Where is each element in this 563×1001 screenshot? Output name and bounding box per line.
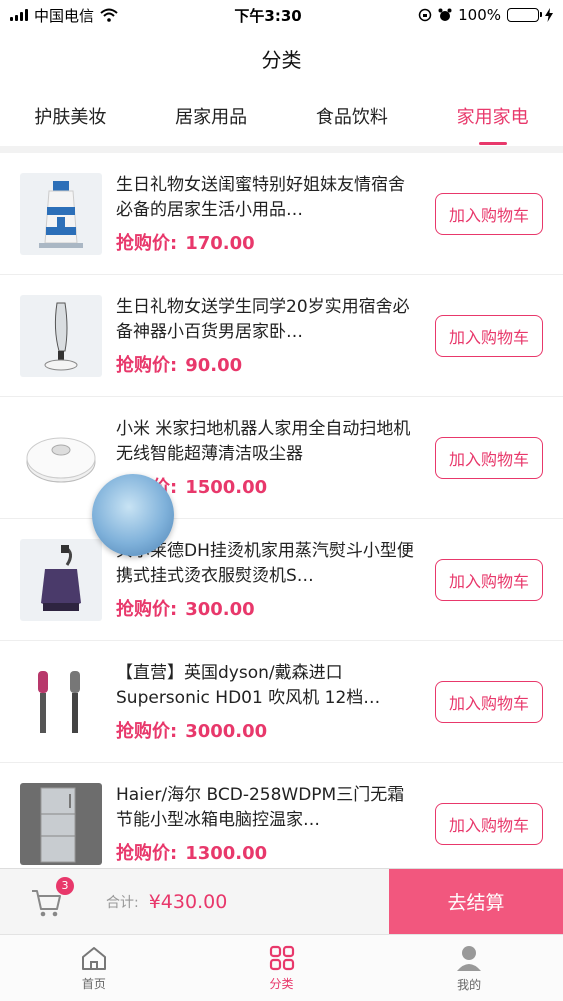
product-info: 生日礼物女送学生同学20岁实用宿舍必备神器小百货男居家卧… 抢购价: 90.00 <box>102 295 435 377</box>
garment-steamer-icon[interactable] <box>20 538 102 621</box>
product-price: 抢购价: 3000.00 <box>116 717 421 743</box>
hair-dryer-icon[interactable] <box>20 660 102 743</box>
product-info: 【直营】英国dyson/戴森进口Supersonic HD01 吹风机 12档…… <box>102 661 435 743</box>
product-info: 生日礼物女送闺蜜特别好姐妹友情宿舍必备的居家生活小用品… 抢购价: 170.00 <box>102 173 435 255</box>
price-label: 抢购价: <box>116 354 178 376</box>
tab-home-goods[interactable]: 居家用品 <box>175 97 247 135</box>
product-price: 抢购价: 1300.00 <box>116 839 421 865</box>
price-label: 抢购价: <box>116 598 178 620</box>
list-item[interactable]: 贝尔莱德DH挂烫机家用蒸汽熨斗小型便携式挂式烫衣服熨烫机S… 抢购价: 300.0… <box>0 519 563 641</box>
price-label: 抢购价: <box>116 232 178 254</box>
cart-summary: 3 合计: ¥430.00 <box>0 869 389 934</box>
product-title[interactable]: 贝尔莱德DH挂烫机家用蒸汽熨斗小型便携式挂式烫衣服熨烫机S… <box>116 539 421 589</box>
add-to-cart-button[interactable]: 加入购物车 <box>435 436 543 479</box>
battery-percent: 100% <box>458 6 501 24</box>
shopping-cart-icon[interactable]: 3 <box>30 876 74 919</box>
product-list[interactable]: 生日礼物女送闺蜜特别好姐妹友情宿舍必备的居家生活小用品… 抢购价: 170.00 … <box>0 153 563 868</box>
price-value: 1300.00 <box>185 842 268 864</box>
signal-icon <box>10 9 28 21</box>
status-bar-right: 100% <box>418 6 553 24</box>
total-label: 合计: <box>106 894 139 911</box>
product-price: 抢购价: 170.00 <box>116 229 421 255</box>
page-title: 分类 <box>261 47 302 72</box>
category-icon <box>269 945 294 970</box>
tabbar-label: 首页 <box>81 976 106 991</box>
tabbar-home[interactable]: 首页 <box>0 935 188 1001</box>
carrier-label: 中国电信 <box>34 6 95 25</box>
product-price: 抢购价: 90.00 <box>116 351 421 377</box>
add-to-cart-button[interactable]: 加入购物车 <box>435 314 543 357</box>
tab-home-appliances[interactable]: 家用家电 <box>457 97 529 145</box>
product-title[interactable]: 小米 米家扫地机器人家用全自动扫地机无线智能超薄清洁吸尘器 <box>116 417 421 467</box>
product-title[interactable]: 生日礼物女送闺蜜特别好姐妹友情宿舍必备的居家生活小用品… <box>116 173 421 223</box>
alarm-icon <box>438 8 452 21</box>
price-label: 抢购价: <box>116 720 178 742</box>
price-value: 170.00 <box>185 232 255 254</box>
list-item[interactable]: 【直营】英国dyson/戴森进口Supersonic HD01 吹风机 12档…… <box>0 641 563 763</box>
product-title[interactable]: Haier/海尔 BCD-258WDPM三门无霜节能小型冰箱电脑控温家… <box>116 783 421 833</box>
wifi-icon <box>100 8 118 22</box>
tabbar-category[interactable]: 分类 <box>188 935 376 1001</box>
price-value: 90.00 <box>185 354 243 376</box>
charging-icon <box>545 8 553 22</box>
status-bar: 中国电信 下午3:30 100% <box>0 0 563 30</box>
user-icon <box>457 945 482 971</box>
home-icon <box>81 946 106 970</box>
cart-total: 合计: ¥430.00 <box>106 891 227 913</box>
price-value: 3000.00 <box>185 720 268 742</box>
list-item[interactable]: 生日礼物女送学生同学20岁实用宿舍必备神器小百货男居家卧… 抢购价: 90.00 … <box>0 275 563 397</box>
tab-food-drinks[interactable]: 食品饮料 <box>316 97 388 135</box>
product-title[interactable]: 生日礼物女送学生同学20岁实用宿舍必备神器小百货男居家卧… <box>116 295 421 345</box>
status-bar-left: 中国电信 <box>10 5 118 26</box>
bottom-tab-bar: 首页 分类 我的 <box>0 934 563 1001</box>
list-item[interactable]: 小米 米家扫地机器人家用全自动扫地机无线智能超薄清洁吸尘器 抢购价:1500.0… <box>0 397 563 519</box>
battery-icon <box>507 8 542 22</box>
tabbar-mine[interactable]: 我的 <box>375 935 563 1001</box>
add-to-cart-button[interactable]: 加入购物车 <box>435 192 543 235</box>
list-item[interactable]: 生日礼物女送闺蜜特别好姐妹友情宿舍必备的居家生活小用品… 抢购价: 170.00 … <box>0 153 563 275</box>
orientation-lock-icon <box>418 8 432 22</box>
cart-count-badge: 3 <box>56 876 74 895</box>
tabbar-label: 我的 <box>457 977 482 992</box>
floating-product-bubble[interactable] <box>92 474 174 556</box>
price-label: 抢购价: <box>116 842 178 864</box>
robot-vacuum-icon[interactable] <box>20 416 102 499</box>
tower-fan-icon[interactable] <box>20 294 102 377</box>
add-to-cart-button[interactable]: 加入购物车 <box>435 558 543 601</box>
product-title[interactable]: 【直营】英国dyson/戴森进口Supersonic HD01 吹风机 12档… <box>116 661 421 711</box>
checkout-button[interactable]: 去结算 <box>389 869 563 934</box>
add-to-cart-button[interactable]: 加入购物车 <box>435 680 543 723</box>
category-tabs: 护肤美妆 居家用品 食品饮料 家用家电 <box>0 86 563 153</box>
refrigerator-icon[interactable] <box>20 782 102 865</box>
lighthouse-humidifier-icon[interactable] <box>20 172 102 255</box>
price-value: 300.00 <box>185 598 255 620</box>
cart-bar: 3 合计: ¥430.00 去结算 <box>0 868 563 934</box>
product-price: 抢购价: 300.00 <box>116 595 421 621</box>
tabbar-label: 分类 <box>269 976 294 991</box>
navigation-bar: 分类 <box>0 30 563 86</box>
tab-skincare-makeup[interactable]: 护肤美妆 <box>34 97 106 135</box>
product-info: Haier/海尔 BCD-258WDPM三门无霜节能小型冰箱电脑控温家… 抢购价… <box>102 783 435 865</box>
add-to-cart-button[interactable]: 加入购物车 <box>435 802 543 845</box>
list-item[interactable]: Haier/海尔 BCD-258WDPM三门无霜节能小型冰箱电脑控温家… 抢购价… <box>0 763 563 868</box>
clock: 下午3:30 <box>234 6 302 25</box>
total-value: ¥430.00 <box>148 890 228 913</box>
price-value: 1500.00 <box>185 476 268 498</box>
